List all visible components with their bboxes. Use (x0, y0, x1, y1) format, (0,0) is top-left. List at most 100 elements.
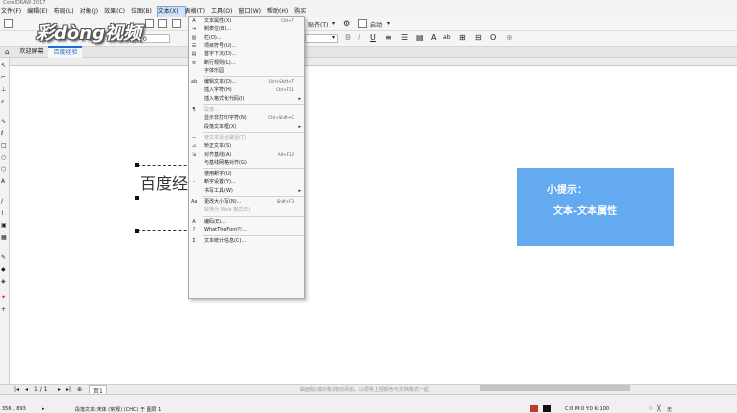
no-fill-icon[interactable]: ╳ (657, 405, 661, 412)
text-menu-item[interactable]: 插入字符(H) Ctrl+F11 (189, 86, 304, 94)
drop-cap-toolbar-icon[interactable]: ▤ (416, 33, 424, 42)
transparency-tool-icon[interactable]: ▦ (1, 234, 9, 242)
pick-icon[interactable] (158, 19, 167, 28)
launch-dropdown-icon[interactable]: ▾ (387, 20, 390, 27)
color-swatch-icon[interactable] (145, 19, 154, 28)
canvas-text[interactable]: 百度经 (140, 170, 188, 194)
text-tool-icon[interactable]: A (1, 178, 9, 186)
add-icon[interactable]: ⊕ (506, 33, 513, 42)
submenu-arrow-icon: ▸ (298, 123, 301, 130)
text-menu-item[interactable]: ⇥ 制表位(B)... (189, 25, 304, 33)
more-tools-icon[interactable]: + (1, 306, 9, 314)
text-menu-item[interactable]: 与基线网格对齐(G) (189, 159, 304, 167)
text-menu-item[interactable]: 显示非打印字符(N) Ctrl+Shift+C (189, 114, 304, 122)
menu-item[interactable]: 位图(B) (131, 7, 158, 17)
freehand-tool-icon[interactable]: ∿ (1, 118, 9, 126)
menu-item[interactable]: 编辑(E) (27, 7, 53, 17)
tab-document[interactable]: 百度经验 (48, 46, 83, 58)
artistic-media-icon[interactable]: ℓ (1, 130, 9, 138)
menu-separator (203, 104, 304, 105)
edit-text-toolbar-icon[interactable]: ab (443, 34, 451, 41)
last-page-icon[interactable]: ▸| (66, 386, 71, 393)
parallel-dimension-icon[interactable]: ∕ (1, 198, 9, 206)
text-menu-item[interactable]: ⊿ 矫正文本(S) (189, 142, 304, 150)
drop-shadow-icon[interactable]: ▣ (1, 222, 9, 230)
ellipse-tool-icon[interactable]: ○ (1, 154, 9, 162)
lock-icon[interactable] (172, 19, 181, 28)
outline-color-icon[interactable] (543, 405, 551, 412)
text-menu-item[interactable]: ‐ 断字设置(Y)... (189, 178, 304, 186)
object-props-icon[interactable]: O (490, 33, 496, 42)
new-doc-icon[interactable] (4, 19, 13, 28)
add-page-icon[interactable]: ⊕ (77, 386, 82, 393)
eyedropper-tool-icon[interactable]: ✎ (1, 254, 9, 262)
encoding-icon: A (192, 218, 196, 225)
connector-tool-icon[interactable]: ⌇ (1, 210, 9, 218)
menu-item[interactable]: 文本(X) (156, 6, 186, 18)
text-menu-item[interactable]: A 文本属性(X) Ctrl+T (189, 17, 304, 25)
italic-icon[interactable]: I (358, 33, 360, 42)
text-menu-item[interactable]: ☰ 项目符号(U)... (189, 42, 304, 50)
outline-pen-icon[interactable]: ✦ (1, 294, 9, 302)
menu-item[interactable]: 文件(F) (0, 7, 27, 17)
selection-handle[interactable] (135, 196, 139, 200)
line-break-icon: ≡ (191, 59, 197, 66)
first-page-icon[interactable]: |◂ (14, 386, 19, 393)
rectangle-tool-icon[interactable]: □ (1, 142, 9, 150)
text-menu-item[interactable]: ? WhatTheFont?!... (189, 226, 304, 234)
home-icon[interactable]: ⌂ (0, 47, 14, 57)
options-icon[interactable] (358, 19, 367, 28)
gear-icon[interactable]: ⚙ (343, 19, 350, 28)
text-menu-item-label: 栏(O)... (204, 34, 222, 41)
text-menu-item[interactable]: ⇲ 对齐基线(A) Alt+F12 (189, 151, 304, 159)
outline-pen-status-icon[interactable]: ♢ (648, 405, 653, 412)
text-menu-item[interactable]: 插入格式化代码(I) ▸ (189, 95, 304, 103)
text-menu-item[interactable]: 书写工具(W) ▸ (189, 187, 304, 195)
crop-tool-icon[interactable]: ⊥ (1, 86, 9, 94)
text-menu-item[interactable]: ▤ 首字下沉(D)... (189, 50, 304, 58)
paste-menu-label[interactable]: 贴齐(T) (308, 20, 328, 29)
chevron-down-icon[interactable]: ▾ (332, 20, 335, 27)
horizontal-ruler[interactable] (10, 58, 737, 66)
text-menu-item[interactable]: 字体乐园 (189, 67, 304, 75)
text-menu-item[interactable]: Σ 文本统计信息(C)... (189, 237, 304, 245)
title-bar: CorelDRAW 2017 (0, 0, 737, 7)
stats-icon: Σ (192, 238, 196, 245)
page-count: 1 / 1 (34, 386, 48, 393)
text-menu-item[interactable]: 段落文本框(X) ▸ (189, 123, 304, 131)
menu-item[interactable]: 效果(C) (104, 7, 131, 17)
horizontal-scrollbar[interactable] (480, 385, 630, 391)
menu-item[interactable]: 布局(L) (54, 7, 80, 17)
text-menu-item-label: 与基线网格对齐(G) (204, 159, 247, 166)
shape-tool-icon[interactable]: ⌐ (1, 74, 9, 82)
tab-welcome[interactable]: 欢迎屏幕 (14, 47, 48, 57)
status-arrow-icon[interactable]: ▸ (42, 406, 45, 412)
text-menu-item[interactable]: ▥ 栏(O)... (189, 34, 304, 42)
selection-handle[interactable] (135, 163, 139, 167)
smart-fill-icon[interactable]: ◈ (1, 278, 9, 286)
text-props-toolbar-icon[interactable]: A (431, 33, 436, 42)
text-menu-item[interactable]: ab 编辑文本(D)... Ctrl+Shift+T (189, 78, 304, 86)
text-menu-item[interactable]: Aa 更改大小写(N)... Shift+F3 (189, 198, 304, 206)
align-left-icon[interactable]: ≡ (385, 33, 392, 42)
hyphen-icon: ‐ (193, 179, 195, 186)
font-size-dropdown-icon[interactable]: ▾ (332, 34, 335, 41)
text-menu-item[interactable]: A 编码(E)... (189, 218, 304, 226)
next-page-icon[interactable]: ▸ (58, 386, 61, 393)
launch-label[interactable]: 启动 (370, 20, 382, 29)
fill-color-icon[interactable] (530, 405, 538, 412)
prev-page-icon[interactable]: ◂ (25, 386, 28, 393)
zoom-tool-icon[interactable]: ⌕ (1, 98, 9, 106)
underline-icon[interactable]: U (370, 33, 376, 42)
text-menu-item[interactable]: ≡ 断行规则(L)... (189, 59, 304, 67)
bullet-list-icon[interactable]: ☰ (401, 33, 408, 42)
pick-tool-icon[interactable]: ↖ (1, 62, 9, 70)
vertical-text-icon[interactable]: ⊞ (459, 33, 466, 42)
text-menu-item[interactable]: 使用断字(U) (189, 170, 304, 178)
horizontal-text-icon[interactable]: ⊟ (475, 33, 482, 42)
selection-handle[interactable] (135, 229, 139, 233)
interactive-fill-icon[interactable]: ◆ (1, 266, 9, 274)
bold-icon[interactable]: B (345, 33, 351, 42)
polygon-tool-icon[interactable]: ⬡ (1, 166, 9, 174)
menu-item[interactable]: 对象(J) (80, 7, 104, 17)
